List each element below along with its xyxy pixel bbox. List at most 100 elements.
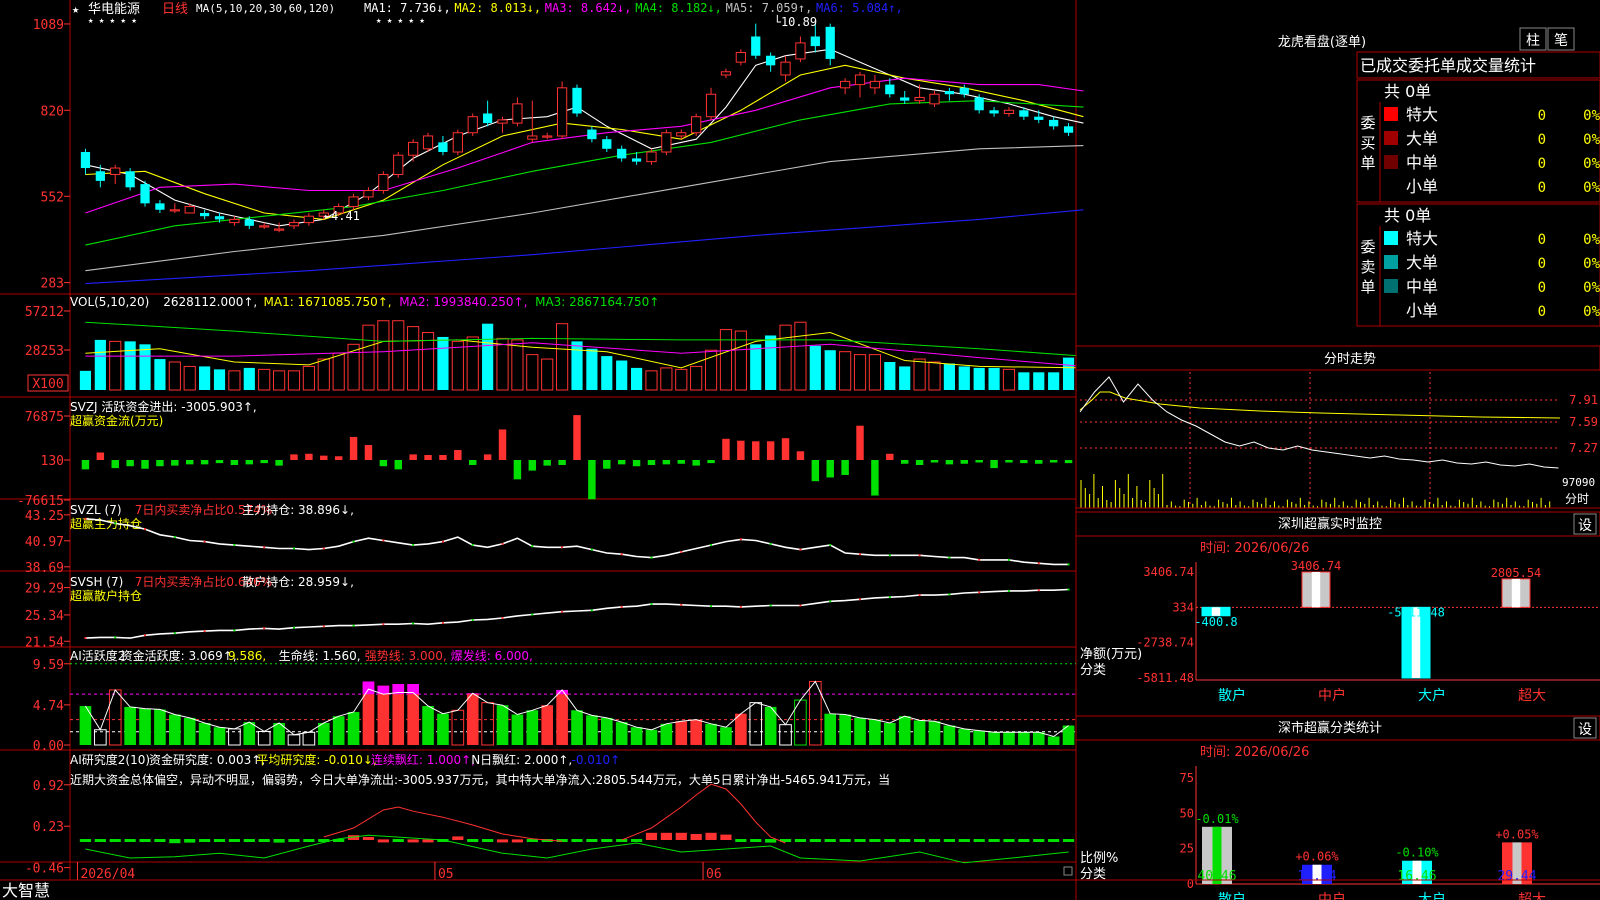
flow-bar xyxy=(379,460,388,467)
header-text: N日飘红: 2.000↑, xyxy=(471,752,572,767)
period-label[interactable]: 日线 xyxy=(162,2,188,17)
volume-bar-up xyxy=(228,370,241,391)
research-bar xyxy=(988,839,1000,842)
header-text: MA3: 2867164.750↑ xyxy=(535,295,659,309)
activity-bar xyxy=(347,711,360,745)
flow-bar xyxy=(617,460,626,465)
holding-dot xyxy=(471,619,474,622)
volume-bar-up xyxy=(541,358,554,391)
volume-bar-up xyxy=(794,321,807,391)
svzj-pane[interactable]: SVZJ 活跃资金进出: -3005.903↑,超赢资金流(万元) 76875 13… xyxy=(17,399,1073,509)
research-bar xyxy=(645,832,658,840)
classify-change-label: +0.05% xyxy=(1495,827,1539,841)
candle-body-up xyxy=(1003,109,1015,114)
holding-dot xyxy=(412,622,415,625)
candle-body-up xyxy=(720,71,732,76)
y-tick-label: -0.46 xyxy=(25,862,64,877)
holding-dot xyxy=(561,546,564,549)
monitor-value-label: 2805.54 xyxy=(1491,566,1542,580)
flow-bar xyxy=(573,415,581,460)
flow-bar xyxy=(334,456,343,460)
stock-terminal-canvas[interactable]: MA1: 7.736↓, MA2: 8.013↓, MA3: 8.642↓, MA4:… xyxy=(0,0,1600,900)
holding-dot xyxy=(352,624,355,627)
volume-bar-up xyxy=(377,320,390,391)
research-bar xyxy=(616,839,628,842)
flow-bar xyxy=(349,436,358,460)
sell-orders-row-count: 0 xyxy=(1538,304,1546,320)
activity-bar xyxy=(541,705,554,745)
y-tick-label: 820 xyxy=(41,104,64,119)
volume-bar-down xyxy=(630,367,643,390)
volume-bar-down xyxy=(616,360,628,390)
research-bar xyxy=(482,839,494,842)
sell-orders-row-label: 小单 xyxy=(1406,301,1438,320)
volume-bar-up xyxy=(451,340,464,391)
activity-bar-outline xyxy=(779,724,792,746)
svsh-pane[interactable]: SVSH (7) 7日内买卖净占比0.646%散户持仓: 28.959↓,超赢散户… xyxy=(25,574,1070,650)
holding-dot xyxy=(739,605,742,608)
volume-bar-up xyxy=(362,324,375,391)
buy-orders-row-pct: 0% xyxy=(1583,132,1600,148)
header-text: 散户持仓: 28.959↓, xyxy=(242,574,354,589)
volume-bar-down xyxy=(973,367,985,390)
fenshi-unit: 分时 xyxy=(1565,492,1589,506)
header-text: MA2: 1993840.250↑, xyxy=(399,295,527,309)
volume-bar-up xyxy=(466,336,479,391)
research-bar xyxy=(79,839,92,842)
research-bar xyxy=(973,839,985,842)
activity-bar-outline xyxy=(451,709,465,746)
classify-category: 中户 xyxy=(1318,891,1346,900)
header-text: AI活跃度2 xyxy=(70,648,125,663)
activity-bar xyxy=(511,714,524,745)
kline-pane[interactable]: MA1: 7.736↓, MA2: 8.013↓, MA3: 8.642↓, MA4:… xyxy=(33,1,1084,292)
y-tick-label: 76875 xyxy=(25,410,64,425)
research-bar xyxy=(273,839,285,843)
flow-bar xyxy=(543,460,551,466)
buy-orders-row-count: 0 xyxy=(1538,180,1546,196)
flow-bar xyxy=(766,441,775,460)
ai-research-pane[interactable]: AI研究度2(10)资金研究度: 0.003↑,平均研究度: -0.010↓,连… xyxy=(25,752,1075,877)
y-tick-label: 28253 xyxy=(25,344,64,359)
flow-bar xyxy=(245,460,254,465)
research-bar xyxy=(824,839,836,842)
flow-bar xyxy=(781,438,790,460)
activity-bar xyxy=(928,721,941,745)
research-bar xyxy=(109,839,121,842)
svzl-pane[interactable]: SVZL (7) 7日内买卖净占比0.574%主力持仓: 38.896↓,超赢主力… xyxy=(25,502,1070,576)
right-panel[interactable]: 龙虎看盘(逐单) 柱笔已成交委托单成交量统计委买单共 0单特大 0 0%大单 0 0%中单… xyxy=(1075,27,1600,900)
candle-body-up xyxy=(273,228,285,231)
candle-body-down xyxy=(1019,110,1029,117)
holding-dot xyxy=(769,542,772,545)
holding-dot xyxy=(590,609,593,612)
ma-line-MA1 xyxy=(85,48,1084,227)
flow-bar xyxy=(111,460,119,469)
holding-dot xyxy=(710,544,713,547)
y-tick-label: 25.34 xyxy=(25,609,64,624)
candle-body-up xyxy=(378,173,389,192)
candle-body-down xyxy=(140,184,150,204)
ai-active-pane[interactable]: AI活跃度2资金活跃度: 3.069↑,9.586, 生命线: 1.560, 强势线… xyxy=(33,648,1076,754)
header-text: SVZJ 活跃资金进出: -3005.903↑, xyxy=(70,399,257,414)
sell-orders-row-pct: 0% xyxy=(1583,304,1600,320)
flow-bar xyxy=(498,429,507,460)
candle-body-up xyxy=(914,96,925,102)
candle-body-up xyxy=(288,222,300,227)
volume-bar-down xyxy=(154,359,166,390)
flow-bar xyxy=(796,451,805,460)
research-bar xyxy=(169,839,181,844)
research-bar xyxy=(571,839,583,842)
activity-bar xyxy=(586,715,598,745)
volume-bar-down xyxy=(586,348,598,390)
header-text: -0.010↑ xyxy=(572,753,621,767)
y-tick-label: 0.23 xyxy=(33,820,64,835)
buy-orders-row-pct: 0% xyxy=(1583,108,1600,124)
flow-bar xyxy=(647,460,656,465)
classify-change-label: -0.10% xyxy=(1395,846,1439,860)
buy-orders-row-label: 中单 xyxy=(1406,153,1438,172)
y-tick-label: 552 xyxy=(41,190,64,205)
stock-name[interactable]: 华电能源 xyxy=(88,2,140,17)
y-tick-label: 0.00 xyxy=(33,739,64,754)
activity-bar xyxy=(630,727,643,745)
activity-bar-outline xyxy=(749,702,763,746)
volume-pane[interactable]: VOL(5,10,20) 2628112.000↑, MA1: 1671085.75… xyxy=(25,295,1084,392)
